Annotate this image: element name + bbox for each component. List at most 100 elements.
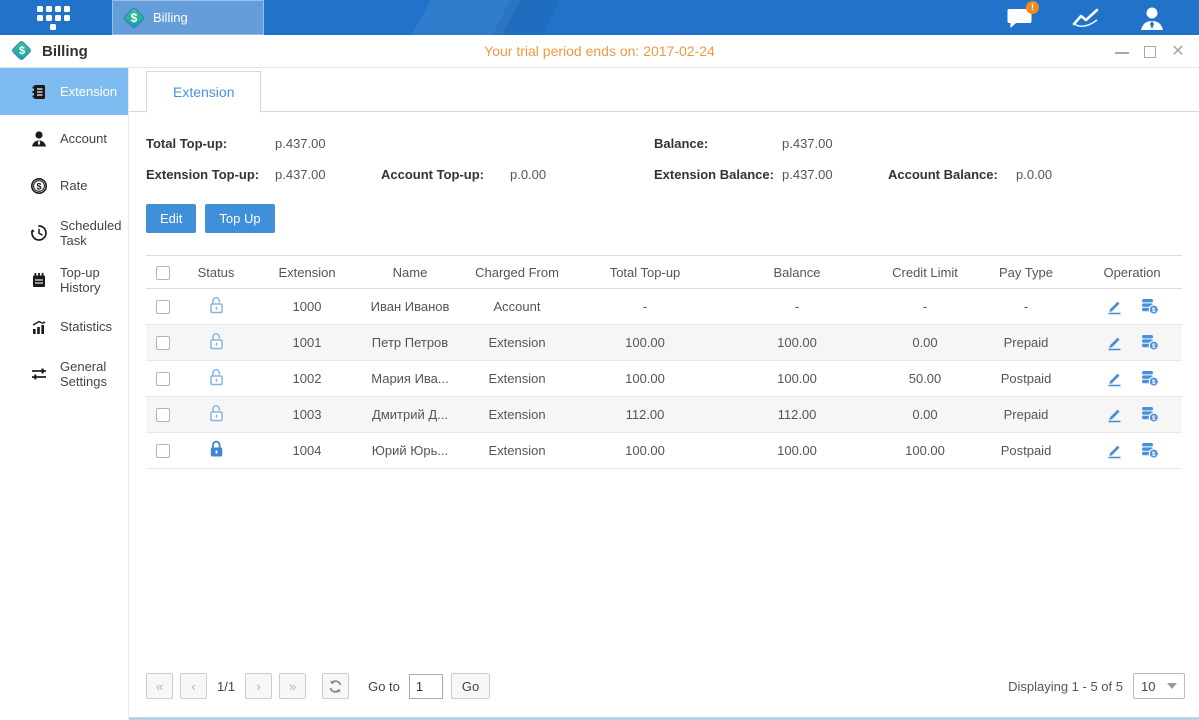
svg-text:$: $ [1151,379,1155,386]
cell-charged-from: Extension [458,361,576,397]
edit-icon[interactable] [1105,333,1124,352]
sidebar-item-account[interactable]: Account [0,115,128,162]
col-total-topup: Total Top-up [576,256,714,289]
cell-pay-type: Prepaid [970,397,1082,433]
prev-page-button[interactable]: ‹ [180,673,207,699]
total-topup-label: Total Top-up: [146,136,275,151]
cell-pay-type: Prepaid [970,325,1082,361]
cell-total-topup: 100.00 [576,325,714,361]
goto-page-input[interactable] [409,674,443,699]
row-checkbox[interactable] [156,336,170,350]
topup-coins-icon[interactable]: $ [1140,297,1160,316]
billing-window-icon: $ [12,41,34,61]
svg-text:$: $ [1151,451,1155,458]
taskbar-item-billing[interactable]: $ Billing [112,0,264,35]
sidebar-item-general-settings[interactable]: General Settings [0,350,128,397]
app-launcher-icon[interactable] [34,6,72,30]
cell-extension: 1001 [252,325,362,361]
svg-text:$: $ [1151,343,1155,350]
cell-charged-from: Extension [458,397,576,433]
billing-app-icon: $ [123,7,145,29]
cell-charged-from: Extension [458,325,576,361]
select-all-checkbox[interactable] [156,266,170,280]
row-checkbox[interactable] [156,444,170,458]
topup-coins-icon[interactable]: $ [1140,333,1160,352]
account-topup-label: Account Top-up: [381,167,510,182]
account-topup-value: p.0.00 [510,167,616,182]
extension-table: Status Extension Name Charged From Total… [146,255,1182,469]
cell-name: Юрий Юрь... [362,433,458,469]
tab-strip: Extension [129,68,1199,112]
cell-balance: 112.00 [714,397,880,433]
cell-balance: - [714,289,880,325]
chevron-down-icon [1167,683,1177,689]
col-balance: Balance [714,256,880,289]
edit-icon[interactable] [1105,369,1124,388]
cell-balance: 100.00 [714,325,880,361]
cell-name: Мария Ива... [362,361,458,397]
edit-icon[interactable] [1105,441,1124,460]
first-page-button[interactable]: « [146,673,173,699]
page-size-select[interactable]: 10 [1133,673,1185,699]
cell-extension: 1000 [252,289,362,325]
svg-text:$: $ [1151,415,1155,422]
sidebar-item-label: Scheduled Task [60,218,128,248]
topup-coins-icon[interactable]: $ [1140,405,1160,424]
topup-coins-icon[interactable]: $ [1140,441,1160,460]
tab-extension[interactable]: Extension [146,71,261,113]
row-checkbox[interactable] [156,372,170,386]
trial-notice: Your trial period ends on: 2017-02-24 [0,43,1199,59]
next-page-button[interactable]: › [245,673,272,699]
sidebar-item-label: Top-up History [60,265,128,295]
topup-coins-icon[interactable]: $ [1140,369,1160,388]
sidebar-item-label: Account [60,131,107,146]
minimize-button[interactable] [1115,45,1129,59]
sidebar-item-label: Rate [60,178,87,193]
row-checkbox[interactable] [156,408,170,422]
cell-balance: 100.00 [714,361,880,397]
cell-pay-type: Postpaid [970,361,1082,397]
refresh-button[interactable] [322,673,349,699]
col-charged-from: Charged From [458,256,576,289]
pagination-bar: « ‹ 1/1 › » Go to Go Displaying 1 - 5 of… [129,665,1199,717]
cell-credit-limit: 0.00 [880,325,970,361]
cell-total-topup: 100.00 [576,433,714,469]
cell-extension: 1004 [252,433,362,469]
edit-icon[interactable] [1105,405,1124,424]
unlocked-icon [207,303,226,318]
person-icon [30,130,48,148]
cell-credit-limit: 100.00 [880,433,970,469]
edit-button[interactable]: Edit [146,204,196,233]
cell-name: Дмитрий Д... [362,397,458,433]
unlocked-icon [207,411,226,426]
bar-chart-icon [30,318,48,336]
sidebar-item-extension[interactable]: Extension [0,68,128,115]
last-page-button[interactable]: » [279,673,306,699]
maximize-button[interactable] [1143,45,1157,59]
cell-total-topup: 112.00 [576,397,714,433]
ledger-icon [30,83,48,101]
sidebar-item-statistics[interactable]: Statistics [0,303,128,350]
main-content: Extension Total Top-up: p.437.00 Extensi… [129,68,1199,720]
sidebar-item-scheduled-task[interactable]: Scheduled Task [0,209,128,256]
table-row: 1001 Петр Петров Extension 100.00 100.00… [146,325,1182,361]
user-account-icon[interactable] [1135,4,1169,32]
sidebar-item-rate[interactable]: $ Rate [0,162,128,209]
messages-icon[interactable]: ! [1003,4,1037,32]
col-extension: Extension [252,256,362,289]
topup-button[interactable]: Top Up [205,204,274,233]
go-button[interactable]: Go [451,673,490,699]
cell-charged-from: Extension [458,433,576,469]
summary-panel: Total Top-up: p.437.00 Extension Top-up:… [129,112,1199,190]
close-button[interactable]: ✕ [1171,45,1185,59]
reports-chart-icon[interactable] [1069,4,1103,32]
row-checkbox[interactable] [156,300,170,314]
svg-text:$: $ [36,181,41,191]
window-title: Billing [42,43,88,60]
sidebar-item-label: Extension [60,84,117,99]
desktop-topbar: $ Billing ! [0,0,1199,35]
table-row: 1000 Иван Иванов Account - - - - [146,289,1182,325]
edit-icon[interactable] [1105,297,1124,316]
sidebar-item-topup-history[interactable]: Top-up History [0,256,128,303]
table-row: 1003 Дмитрий Д... Extension 112.00 112.0… [146,397,1182,433]
